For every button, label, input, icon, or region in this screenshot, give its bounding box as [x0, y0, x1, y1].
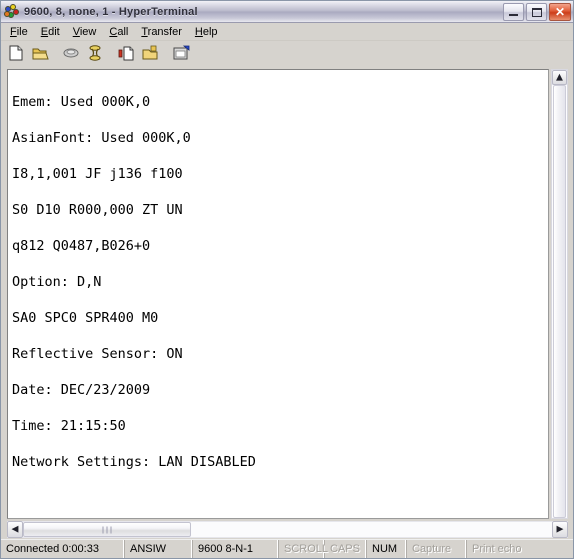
terminal-line: Option: D,N: [12, 274, 102, 290]
terminal-with-scrollbar: Emem: Used 000K,0 AsianFont: Used 000K,0…: [7, 69, 568, 519]
menu-bar: File Edit View Call Transfer Help: [1, 23, 573, 41]
status-connection: Connected 0:00:33: [1, 540, 125, 558]
open-folder-icon[interactable]: [29, 42, 52, 63]
terminal-line: q812 Q0487,B026+0: [12, 238, 151, 254]
call-icon[interactable]: [60, 42, 83, 63]
horizontal-scroll-thumb[interactable]: [23, 522, 191, 537]
status-num: NUM: [367, 540, 407, 558]
menu-item-view[interactable]: View: [67, 25, 104, 39]
hyperterminal-icon: [4, 3, 20, 20]
terminal-line: Emem: Used 000K,0: [12, 94, 151, 110]
horizontal-scrollbar[interactable]: ◀ ▶: [7, 521, 568, 538]
status-scroll: SCROLL: [279, 540, 328, 558]
receive-file-icon[interactable]: [139, 42, 162, 63]
send-file-icon[interactable]: [115, 42, 138, 63]
maximize-button[interactable]: [526, 3, 547, 21]
menu-item-transfer[interactable]: Transfer: [135, 25, 189, 39]
scroll-up-icon[interactable]: ▲: [552, 70, 567, 85]
terminal-line: AsianFont: Used 000K,0: [12, 130, 191, 146]
terminal-line: Network Settings: LAN DISABLED: [12, 454, 256, 470]
client-area: Emem: Used 000K,0 AsianFont: Used 000K,0…: [1, 63, 573, 539]
terminal-line: I8,1,001 JF j136 f100: [12, 166, 183, 182]
status-settings: 9600 8-N-1: [193, 540, 279, 558]
terminal-line: Date: DEC/23/2009: [12, 382, 151, 398]
vertical-scroll-thumb[interactable]: [553, 85, 566, 518]
horizontal-scroll-track[interactable]: [23, 521, 552, 538]
menu-item-edit[interactable]: Edit: [35, 25, 67, 39]
status-emulation: ANSIW: [125, 540, 193, 558]
status-print-echo: Print echo: [472, 543, 522, 555]
scroll-left-icon[interactable]: ◀: [7, 521, 23, 538]
status-bar: Connected 0:00:33 ANSIW 9600 8-N-1 SCROL…: [1, 539, 573, 558]
menu-item-file[interactable]: File: [4, 25, 35, 39]
status-caps: CAPS: [325, 540, 367, 558]
menu-item-help[interactable]: Help: [189, 25, 225, 39]
terminal-line: S0 D10 R000,000 ZT UN: [12, 202, 183, 218]
scroll-right-icon[interactable]: ▶: [552, 521, 568, 538]
terminal-line: SA0 SPC0 SPR400 M0: [12, 310, 159, 326]
terminal-line: Time: 21:15:50: [12, 418, 126, 434]
title-bar[interactable]: 9600, 8, none, 1 - HyperTerminal ✕: [1, 1, 573, 23]
minimize-button[interactable]: [503, 3, 524, 21]
vertical-scroll-track[interactable]: [552, 85, 567, 518]
terminal-output-panel[interactable]: Emem: Used 000K,0 AsianFont: Used 000K,0…: [7, 69, 549, 519]
disconnect-icon[interactable]: [84, 42, 107, 63]
window-controls: ✕: [503, 3, 571, 21]
hyperterminal-window: 9600, 8, none, 1 - HyperTerminal ✕ File …: [0, 0, 574, 559]
new-connection-icon[interactable]: [5, 42, 28, 63]
close-button[interactable]: ✕: [549, 3, 571, 21]
scroll-thumb-grip-icon: [102, 526, 112, 533]
properties-icon[interactable]: [170, 42, 193, 63]
status-capture: Capture: [407, 540, 467, 558]
toolbar: [1, 41, 573, 63]
menu-item-call[interactable]: Call: [103, 25, 135, 39]
vertical-scrollbar[interactable]: ▲: [551, 69, 568, 519]
window-title: 9600, 8, none, 1 - HyperTerminal: [24, 5, 198, 18]
terminal-line: Reflective Sensor: ON: [12, 346, 183, 362]
